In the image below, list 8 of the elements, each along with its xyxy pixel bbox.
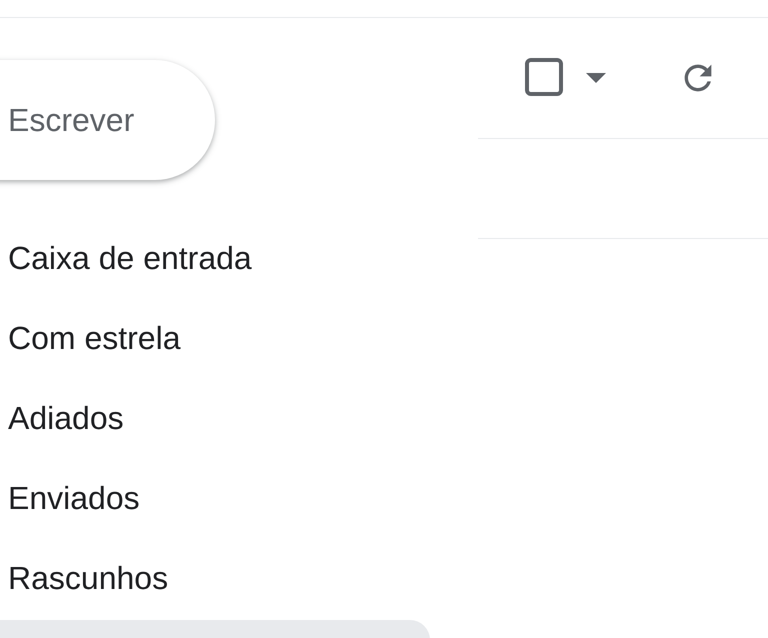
select-checkbox[interactable] [524, 57, 564, 97]
sidebar-item[interactable]: Caixa de entrada [0, 218, 478, 298]
sidebar-item[interactable]: Rascunhos [0, 538, 478, 618]
compose-button[interactable]: Escrever [0, 60, 215, 180]
caret-icon[interactable] [586, 73, 606, 83]
sidebar-item[interactable]: Enviados [0, 458, 478, 538]
sidebar-item[interactable]: Com estrela [0, 298, 478, 378]
sidebar-item[interactable]: Adiados [0, 378, 478, 458]
